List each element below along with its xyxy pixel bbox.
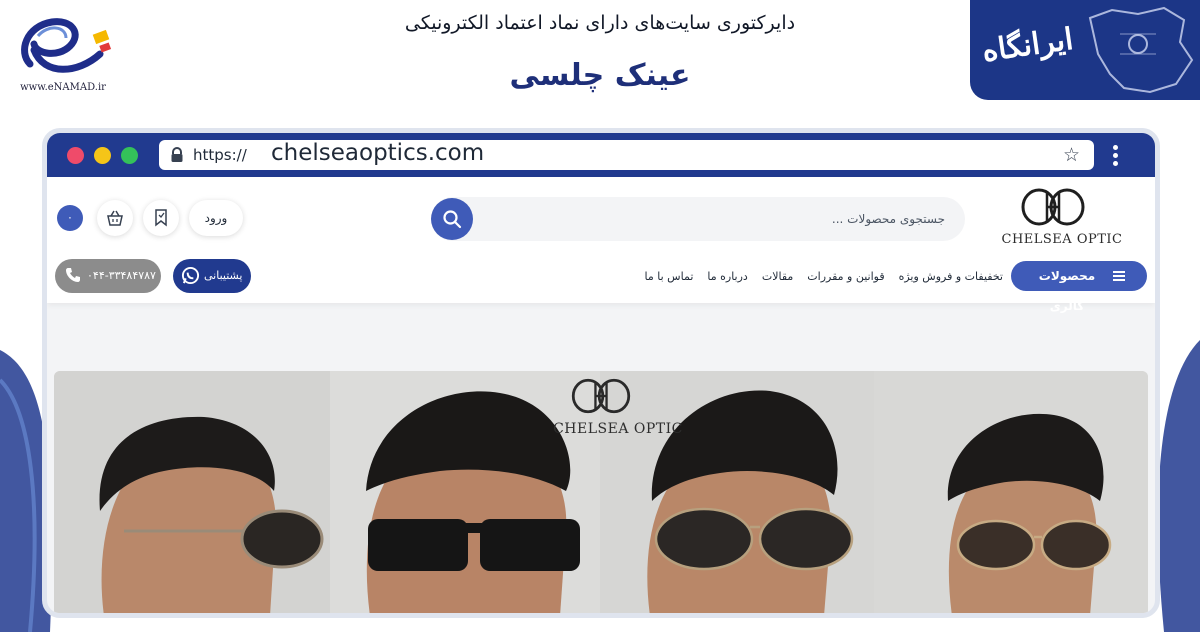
menu-icon xyxy=(1113,271,1125,281)
close-window-icon[interactable] xyxy=(67,147,84,164)
url-protocol: https:// xyxy=(193,146,247,164)
bookmark-star-icon[interactable]: ☆ xyxy=(1063,144,1080,166)
support-label: پشتیبانی xyxy=(204,269,243,282)
cart-button[interactable] xyxy=(97,200,133,236)
hero-photo-1 xyxy=(54,371,330,613)
minimize-window-icon[interactable] xyxy=(94,147,111,164)
gallery-products-label: محصولات گالری xyxy=(1038,269,1096,313)
search-bar xyxy=(431,197,965,241)
site-title: عینک چلسی xyxy=(509,58,691,93)
hero-photo-2 xyxy=(330,371,600,613)
hero-banner[interactable]: CHELSEA OPTIC xyxy=(54,371,1148,613)
directory-title: دایرکتوری سایت‌های دارای نماد اعتماد الک… xyxy=(404,12,796,34)
enamad-url: www.eNAMAD.ir xyxy=(20,82,106,93)
nav-link-about[interactable]: درباره ما xyxy=(707,270,747,283)
hero-chelsea-logo-icon xyxy=(571,378,631,414)
basket-icon xyxy=(107,210,123,226)
site-header: CHELSEA OPTIC ورود xyxy=(47,177,1155,313)
nav-link-contact[interactable]: تماس با ما xyxy=(645,270,694,283)
search-icon xyxy=(443,210,462,229)
directory-brand: ایرانگاه xyxy=(980,21,1076,70)
browser-window: https:// chelseaoptics.com ☆ CHELSEA OPT… xyxy=(42,128,1160,618)
url-domain: chelseaoptics.com xyxy=(271,140,485,166)
hero-photo-4 xyxy=(874,371,1148,613)
nav-links: تخفیفات و فروش ویژه قوانین و مقررات مقال… xyxy=(607,261,1003,291)
phone-number: ۰۴۴-۳۳۴۸۴۷۸۷ xyxy=(87,269,156,282)
address-bar[interactable]: https:// chelseaoptics.com ☆ xyxy=(159,140,1094,170)
phone-button[interactable]: ۰۴۴-۳۳۴۸۴۷۸۷ xyxy=(55,259,161,293)
chelsea-logo-icon[interactable] xyxy=(1013,187,1093,227)
iranegah-badge: ایرانگاه xyxy=(970,0,1200,100)
whatsapp-icon xyxy=(181,266,200,285)
phone-icon xyxy=(66,268,80,282)
logo-text: CHELSEA OPTIC xyxy=(1001,232,1123,247)
nav-link-discounts[interactable]: تخفیفات و فروش ویژه xyxy=(899,270,1003,283)
login-button[interactable]: ورود xyxy=(189,200,243,236)
cart-count-badge: ۰ xyxy=(57,205,83,231)
main-nav: محصولات گالری تخفیفات و فروش ویژه قوانین… xyxy=(47,257,1155,313)
hero-photo-3 xyxy=(600,371,874,613)
wishlist-button[interactable] xyxy=(143,200,179,236)
directory-banner: www.eNAMAD.ir دایرکتوری سایت‌های دارای ن… xyxy=(0,0,1200,118)
bookmark-icon xyxy=(155,209,167,227)
browser-toolbar: https:// chelseaoptics.com ☆ xyxy=(47,133,1155,177)
search-button[interactable] xyxy=(431,198,473,240)
support-button[interactable]: پشتیبانی xyxy=(173,259,251,293)
iran-map-icon xyxy=(1088,6,1194,94)
maximize-window-icon[interactable] xyxy=(121,147,138,164)
nav-link-articles[interactable]: مقالات xyxy=(762,270,793,283)
browser-menu-icon[interactable] xyxy=(1113,145,1119,169)
nav-link-terms[interactable]: قوانین و مقررات xyxy=(807,270,884,283)
gallery-products-button[interactable]: محصولات گالری xyxy=(1011,261,1147,313)
search-input[interactable] xyxy=(483,197,951,241)
hero-brand-text: CHELSEA OPTIC xyxy=(553,421,683,437)
lock-icon xyxy=(171,147,183,162)
